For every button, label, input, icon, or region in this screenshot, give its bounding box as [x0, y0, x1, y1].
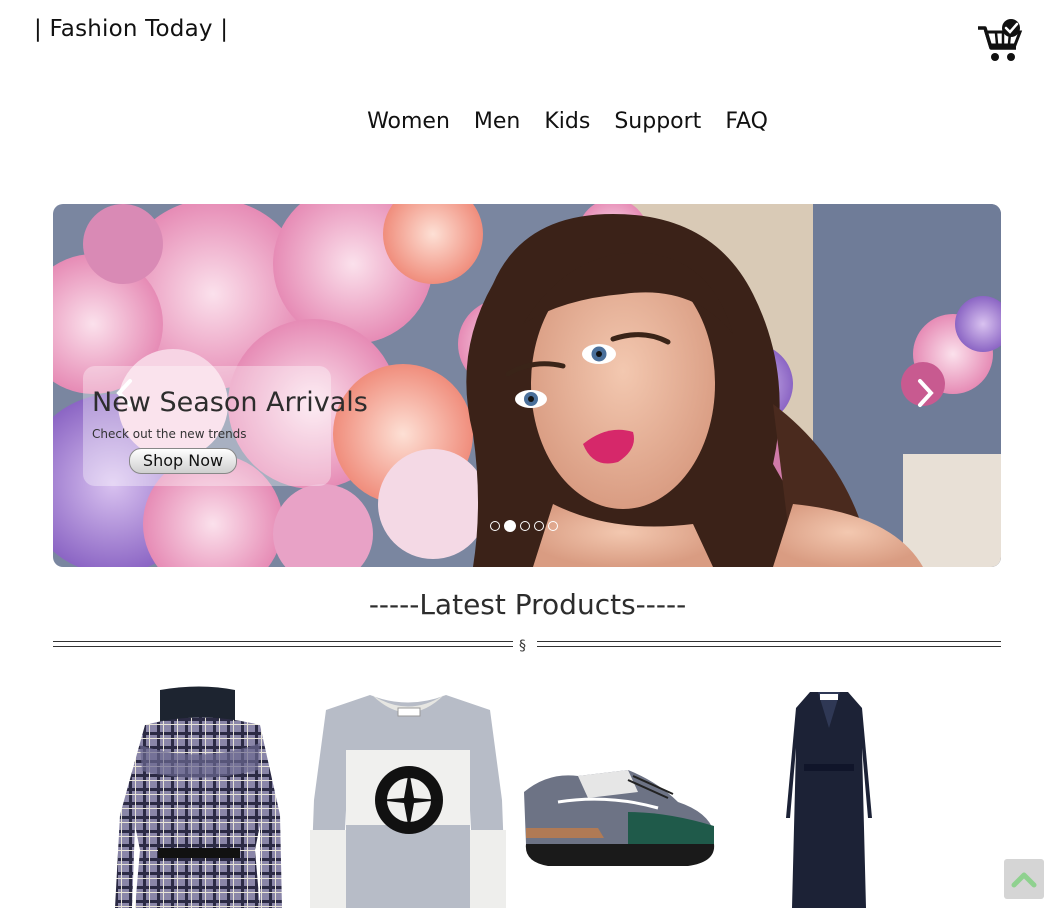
- hero-subtitle: Check out the new trends: [92, 427, 247, 441]
- divider-line-right: [537, 641, 1001, 647]
- plaid-dress-image: [115, 686, 282, 908]
- main-nav: Women Men Kids Support FAQ: [0, 109, 1055, 134]
- hero-caption: New Season Arrivals Check out the new tr…: [83, 366, 368, 486]
- carousel-dot-2[interactable]: [504, 520, 516, 532]
- carousel-dot-3[interactable]: [520, 521, 530, 531]
- sweater-image: [310, 695, 506, 908]
- divider-mark: §: [519, 638, 526, 654]
- section-title: -----Latest Products-----: [368, 588, 687, 621]
- coat-image: [786, 692, 872, 908]
- chevron-up-icon: [1011, 872, 1037, 888]
- carousel-indicators: [490, 520, 558, 532]
- carousel-next-button[interactable]: [915, 378, 935, 413]
- shop-now-button[interactable]: Shop Now: [129, 448, 237, 474]
- shopping-cart-check-icon: [978, 19, 1023, 61]
- divider-line-left: [53, 641, 513, 647]
- product-sneaker[interactable]: [518, 762, 718, 872]
- hero-carousel: New Season Arrivals Check out the new tr…: [53, 204, 1001, 567]
- carousel-dot-4[interactable]: [534, 521, 544, 531]
- nav-item-men[interactable]: Men: [474, 109, 520, 134]
- nav-item-women[interactable]: Women: [367, 109, 450, 134]
- section-divider: §: [53, 638, 1001, 654]
- cart-button[interactable]: [976, 18, 1028, 64]
- nav-item-support[interactable]: Support: [614, 109, 701, 134]
- product-stone-island-sweater[interactable]: [310, 690, 506, 908]
- carousel-dot-1[interactable]: [490, 521, 500, 531]
- product-navy-wrap-coat[interactable]: [782, 688, 876, 908]
- scroll-to-top-button[interactable]: [1004, 859, 1044, 899]
- sneaker-image: [524, 770, 715, 866]
- hero-title: New Season Arrivals: [92, 387, 368, 418]
- product-plaid-ruffle-dress[interactable]: [110, 685, 290, 908]
- nav-item-kids[interactable]: Kids: [544, 109, 590, 134]
- chevron-right-icon: [918, 379, 934, 407]
- nav-item-faq[interactable]: FAQ: [725, 109, 768, 134]
- carousel-dot-5[interactable]: [548, 521, 558, 531]
- brand-logo[interactable]: | Fashion Today |: [34, 16, 228, 42]
